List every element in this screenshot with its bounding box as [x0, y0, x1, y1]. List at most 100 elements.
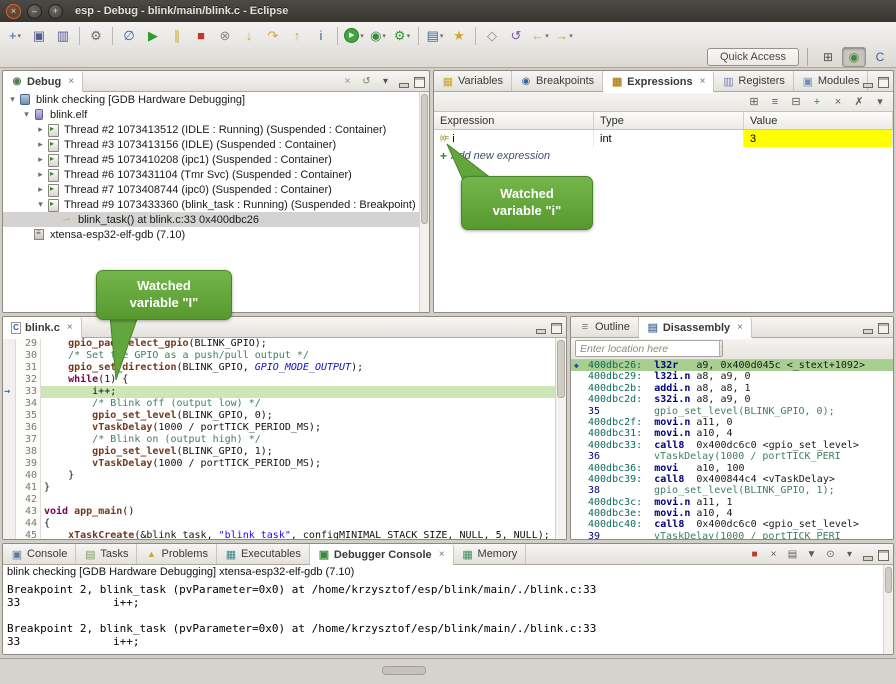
new-wizard-icon[interactable]: +▾	[3, 25, 27, 47]
minimize-view-icon[interactable]	[860, 321, 874, 335]
code-line[interactable]: vTaskDelay(1000 / portTICK_PERIOD_MS);	[41, 458, 555, 470]
disassembly-line[interactable]: 400dbc31: movi.n a10, 4	[571, 428, 893, 439]
code-line[interactable]	[41, 494, 555, 506]
debug-icon[interactable]: ◉▾	[366, 25, 390, 47]
code-line[interactable]: {	[41, 518, 555, 530]
show-logical-structures-icon[interactable]: ≡	[766, 94, 784, 110]
last-edit-location-icon[interactable]: ↺	[504, 25, 528, 47]
maximize-view-icon[interactable]	[412, 75, 426, 89]
disassembly-line[interactable]: 400dbc29: l32i.n a8, a9, 0	[571, 371, 893, 382]
maximize-view-icon[interactable]	[549, 321, 563, 335]
pin-console-icon[interactable]: ⊙	[822, 547, 839, 563]
console-scrollbar[interactable]	[883, 565, 893, 654]
overview-ruler[interactable]	[555, 338, 566, 539]
disassembly-line[interactable]: 400dbc2b: addi.n a8, a8, 1	[571, 383, 893, 394]
tab-outline[interactable]: Outline	[571, 317, 639, 337]
line-number[interactable]: 32	[16, 374, 37, 386]
close-tab-icon[interactable]: ×	[700, 76, 706, 87]
maximize-view-icon[interactable]	[876, 548, 890, 562]
minimize-view-icon[interactable]	[533, 321, 547, 335]
tab-debugger-console[interactable]: Debugger Console×	[310, 544, 454, 565]
remove-expression-icon[interactable]: ×	[829, 94, 847, 110]
code-line[interactable]: gpio_set_level(BLINK_GPIO, 0);	[41, 410, 555, 422]
new-c-project-icon[interactable]: ▤▾	[423, 25, 447, 47]
disassembly-line[interactable]: 400dbc3e: movi.n a10, 4	[571, 508, 893, 519]
clear-console-icon[interactable]: ▤	[784, 547, 801, 563]
expand-arrow-icon[interactable]: ▸	[35, 184, 46, 195]
window-maximize-button[interactable]: +	[48, 4, 63, 19]
code-line[interactable]: /* Blink off (output low) */	[41, 398, 555, 410]
window-titlebar[interactable]: × – + esp - Debug - blink/main/blink.c -…	[0, 0, 896, 22]
terminate-console-icon[interactable]: ■	[746, 547, 763, 563]
maximize-view-icon[interactable]	[876, 321, 890, 335]
line-number[interactable]: 40	[16, 470, 37, 482]
line-number[interactable]: 33	[16, 386, 37, 398]
debug-scrollbar[interactable]	[419, 92, 429, 312]
line-number[interactable]: 34	[16, 398, 37, 410]
location-combo[interactable]: ▼	[575, 340, 723, 357]
step-into-icon[interactable]: ↓	[237, 25, 261, 47]
debug-tree-item[interactable]: ▾blink.elf	[3, 107, 419, 122]
open-perspective-icon[interactable]: ⊞	[816, 47, 840, 67]
line-number-ruler[interactable]: 2930313233343536373839404142434445	[16, 338, 41, 539]
tab-console[interactable]: Console	[3, 544, 76, 564]
window-close-button[interactable]: ×	[6, 4, 21, 19]
close-tab-icon[interactable]: ×	[68, 76, 74, 87]
expand-arrow-icon[interactable]: ▸	[35, 139, 46, 150]
debug-tree-item[interactable]: ▸Thread #2 1073413512 (IDLE : Running) (…	[3, 122, 419, 137]
step-return-icon[interactable]: ↑	[285, 25, 309, 47]
disassembly-line[interactable]: 35gpio_set_level(BLINK_GPIO, 0);	[571, 406, 893, 417]
collapse-arrow-icon[interactable]: ▾	[21, 109, 32, 120]
step-over-icon[interactable]: ↷	[261, 25, 285, 47]
debug-tree-item[interactable]: xtensa-esp32-elf-gdb (7.10)	[3, 227, 419, 242]
code-line[interactable]: /* Blink on (output high) */	[41, 434, 555, 446]
tab-modules[interactable]: Modules	[794, 71, 869, 91]
close-tab-icon[interactable]: ×	[67, 322, 73, 333]
restart-icon[interactable]: ↺	[358, 74, 375, 90]
column-header-type[interactable]: Type	[594, 112, 744, 129]
view-menu-icon[interactable]: ▾	[841, 547, 858, 563]
terminate-icon[interactable]: ■	[189, 25, 213, 47]
console-output[interactable]: Breakpoint 2, blink_task (pvParameter=0x…	[3, 581, 883, 654]
minimize-view-icon[interactable]	[396, 75, 410, 89]
disassembly-line[interactable]: 400dbc2f: movi.n a11, 0	[571, 417, 893, 428]
editor-scrollbar-thumb[interactable]	[557, 340, 565, 398]
line-number[interactable]: 41	[16, 482, 37, 494]
disconnect-icon[interactable]: ⊗	[213, 25, 237, 47]
column-header-expression[interactable]: Expression	[434, 112, 594, 129]
line-number[interactable]: 30	[16, 350, 37, 362]
tab-blink-c[interactable]: blink.c ×	[3, 317, 82, 338]
build-icon[interactable]: ⚙	[84, 25, 108, 47]
close-tab-icon[interactable]: ×	[439, 549, 445, 560]
tab-expressions[interactable]: Expressions×	[603, 71, 714, 92]
disassembly-line[interactable]: 36vTaskDelay(1000 / portTICK_PERI	[571, 451, 893, 462]
remove-launch-icon[interactable]: ×	[765, 547, 782, 563]
view-menu-icon[interactable]: ▾	[377, 74, 394, 90]
expand-arrow-icon[interactable]: ▸	[35, 124, 46, 135]
debug-scrollbar-thumb[interactable]	[421, 94, 428, 224]
resume-icon[interactable]: ▶	[141, 25, 165, 47]
collapse-arrow-icon[interactable]: ▾	[35, 199, 46, 210]
toggle-mark-occurrences-icon[interactable]: ◇	[480, 25, 504, 47]
external-tools-icon[interactable]: ⚙▾	[390, 25, 414, 47]
debug-tree-item[interactable]: ▸Thread #6 1073431104 (Tmr Svc) (Suspend…	[3, 167, 419, 182]
back-icon-dropdown[interactable]: ▾	[545, 32, 549, 40]
annotation-ruler[interactable]: →	[3, 338, 16, 539]
code-line[interactable]: gpio_set_level(BLINK_GPIO, 1);	[41, 446, 555, 458]
external-tools-icon-dropdown[interactable]: ▾	[407, 32, 411, 40]
forward-icon[interactable]: →▾	[552, 25, 576, 47]
view-menu-icon[interactable]: ▾	[871, 94, 889, 110]
disassembly-line[interactable]: 400dbc3c: movi.n a11, 1	[571, 497, 893, 508]
line-number[interactable]: 44	[16, 518, 37, 530]
window-minimize-button[interactable]: –	[27, 4, 42, 19]
run-icon-dropdown[interactable]: ▾	[360, 32, 364, 40]
line-number[interactable]: 37	[16, 434, 37, 446]
tab-disassembly[interactable]: Disassembly×	[639, 317, 752, 338]
tab-executables[interactable]: Executables	[217, 544, 310, 564]
line-number[interactable]: 29	[16, 338, 37, 350]
line-number[interactable]: 36	[16, 422, 37, 434]
minimize-view-icon[interactable]	[860, 548, 874, 562]
disassembly-line[interactable]: 400dbc36: movi a10, 100	[571, 463, 893, 474]
quick-access-button[interactable]: Quick Access	[707, 48, 799, 66]
debug-tree-item[interactable]: ▸Thread #5 1073410208 (ipc1) (Suspended …	[3, 152, 419, 167]
